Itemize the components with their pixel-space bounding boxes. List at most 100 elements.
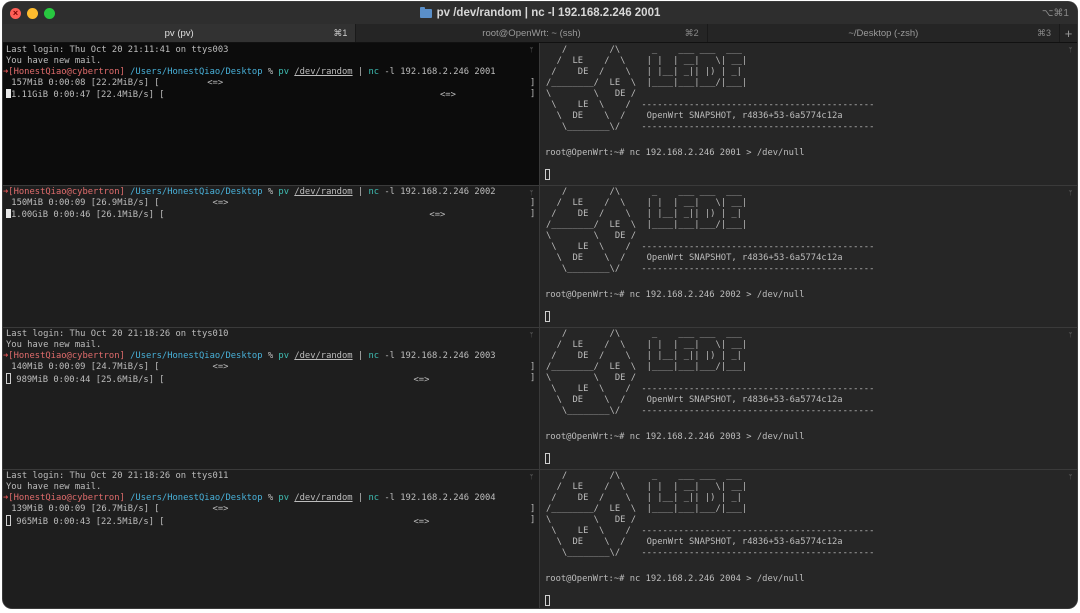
prompt-user: [HonestQiao@cybertron] <box>8 67 125 77</box>
split-panes: Last login: Thu Oct 20 21:11:41 on ttys0… <box>3 43 1077 608</box>
progress-line-2: 1.11GiB 0:00:47 [22.4MiB/s] [ <=> <box>6 89 456 100</box>
title-bar: × pv /dev/random | nc -l 192.168.2.246 2… <box>3 2 1077 24</box>
progress-text: 1.11GiB 0:00:47 [22.4MiB/s] [ <=> <box>11 90 456 100</box>
right-pane-1[interactable]: / /\ _ ___ ___ ___ / LE / \ | | | __| \|… <box>540 43 1077 185</box>
cmd-nc: nc <box>368 187 380 197</box>
ssh-command-line: root@OpenWrt:~# nc 192.168.2.246 2004 > … <box>545 574 805 585</box>
pane-scroll-indicator-icon[interactable]: ᛘ <box>529 47 534 54</box>
cmd-rest: -l 192.168.2.246 2002 <box>384 187 496 197</box>
ssh-command-line: root@OpenWrt:~# nc 192.168.2.246 2003 > … <box>545 432 805 443</box>
left-pane-3[interactable]: Last login: Thu Oct 20 21:18:26 on ttys0… <box>3 328 539 469</box>
progress-bracket: ] <box>530 78 536 88</box>
cmd-pipe: | <box>357 493 364 503</box>
progress-bracket: ] <box>530 362 536 372</box>
prompt-line: ➜[HonestQiao@cybertron] /Users/HonestQia… <box>3 351 496 362</box>
prompt-symbol: % <box>267 351 274 361</box>
progress-bracket: ] <box>530 504 536 514</box>
ssh-prompt: root@OpenWrt:~# <box>545 574 625 584</box>
progress-text: 965MiB 0:00:43 [22.5MiB/s] [ <=> <box>11 517 430 527</box>
cursor-line <box>545 169 550 180</box>
cursor-line <box>545 595 550 606</box>
cmd-rest: -l 192.168.2.246 2004 <box>384 493 496 503</box>
ssh-command: nc 192.168.2.246 2001 > /dev/null <box>629 148 805 158</box>
cmd-arg: /dev/random <box>294 187 353 197</box>
ssh-prompt: root@OpenWrt:~# <box>545 290 625 300</box>
tab-pv[interactable]: pv (pv) ⌘1 <box>3 24 357 42</box>
progress-line-2: 1.00GiB 0:00:46 [26.1MiB/s] [ <=> <box>6 209 445 220</box>
pane-scroll-indicator-icon[interactable]: ᛘ <box>1068 474 1073 481</box>
pane-scroll-indicator-icon[interactable]: ᛘ <box>529 190 534 197</box>
terminal-cursor <box>545 453 550 464</box>
prompt-user: [HonestQiao@cybertron] <box>8 351 125 361</box>
right-pane-2[interactable]: / /\ _ ___ ___ ___ / LE / \ | | | __| \|… <box>540 186 1077 327</box>
prompt-path: /Users/HonestQiao/Desktop <box>130 493 263 503</box>
tab-shortcut: ⌘3 <box>1037 27 1052 38</box>
prompt-line: ➜[HonestQiao@cybertron] /Users/HonestQia… <box>3 493 496 504</box>
terminal-cursor <box>545 311 550 322</box>
progress-line-1: 139MiB 0:00:09 [26.7MiB/s] [ <=> <box>6 504 229 514</box>
cmd-pv: pv <box>278 351 290 361</box>
prompt-path: /Users/HonestQiao/Desktop <box>130 351 263 361</box>
progress-line-2: 989MiB 0:00:44 [25.6MiB/s] [ <=> <box>6 373 430 385</box>
login-line: Last login: Thu Oct 20 21:11:41 on ttys0… <box>6 45 229 55</box>
window-title: pv /dev/random | nc -l 192.168.2.246 200… <box>3 2 1077 24</box>
prompt-line: ➜[HonestQiao@cybertron] /Users/HonestQia… <box>3 187 496 198</box>
prompt-symbol: % <box>267 67 274 77</box>
mail-line: You have new mail. <box>6 340 102 350</box>
terminal-cursor <box>545 169 550 180</box>
prompt-path: /Users/HonestQiao/Desktop <box>130 67 263 77</box>
progress-bracket: ] <box>530 373 536 383</box>
right-pane-4[interactable]: / /\ _ ___ ___ ___ / LE / \ | | | __| \|… <box>540 470 1077 608</box>
prompt-symbol: % <box>267 187 274 197</box>
cmd-nc: nc <box>368 351 380 361</box>
pane-divider-horizontal[interactable] <box>3 185 1077 186</box>
mail-line: You have new mail. <box>6 56 102 66</box>
ssh-command: nc 192.168.2.246 2004 > /dev/null <box>629 574 805 584</box>
cmd-arg: /dev/random <box>294 67 353 77</box>
prompt-line: ➜[HonestQiao@cybertron] /Users/HonestQia… <box>3 67 496 78</box>
progress-line-2: 965MiB 0:00:43 [22.5MiB/s] [ <=> <box>6 515 430 527</box>
cmd-pv: pv <box>278 493 290 503</box>
pane-divider-horizontal[interactable] <box>3 469 1077 470</box>
tab-label: root@OpenWrt: ~ (ssh) <box>482 27 581 39</box>
new-tab-button[interactable]: + <box>1060 24 1077 42</box>
progress-bracket: ] <box>530 198 536 208</box>
cmd-arg: /dev/random <box>294 493 353 503</box>
openwrt-banner: / /\ _ ___ ___ ___ / LE / \ | | | __| \|… <box>546 45 875 132</box>
pane-scroll-indicator-icon[interactable]: ᛘ <box>1068 47 1073 54</box>
login-line: Last login: Thu Oct 20 21:18:26 on ttys0… <box>6 471 229 481</box>
tab-label: pv (pv) <box>164 27 194 39</box>
ssh-command: nc 192.168.2.246 2002 > /dev/null <box>629 290 805 300</box>
pane-divider-vertical[interactable] <box>539 43 540 608</box>
pane-scroll-indicator-icon[interactable]: ᛘ <box>1068 332 1073 339</box>
openwrt-banner: / /\ _ ___ ___ ___ / LE / \ | | | __| \|… <box>546 187 875 274</box>
ssh-command: nc 192.168.2.246 2003 > /dev/null <box>629 432 805 442</box>
tab-bar: pv (pv) ⌘1 root@OpenWrt: ~ (ssh) ⌘2 ~/De… <box>3 24 1077 43</box>
ssh-command-line: root@OpenWrt:~# nc 192.168.2.246 2001 > … <box>545 148 805 159</box>
login-line: Last login: Thu Oct 20 21:18:26 on ttys0… <box>6 329 229 339</box>
tab-zsh[interactable]: ~/Desktop (-zsh) ⌘3 <box>707 24 1061 42</box>
prompt-path: /Users/HonestQiao/Desktop <box>130 187 263 197</box>
pane-scroll-indicator-icon[interactable]: ᛘ <box>529 332 534 339</box>
cursor-line <box>545 453 550 464</box>
left-pane-1[interactable]: Last login: Thu Oct 20 21:11:41 on ttys0… <box>3 43 539 185</box>
progress-bracket: ] <box>530 209 536 219</box>
pane-divider-horizontal[interactable] <box>3 327 1077 328</box>
pane-scroll-indicator-icon[interactable]: ᛘ <box>529 474 534 481</box>
tab-label: ~/Desktop (-zsh) <box>848 27 919 39</box>
left-pane-4[interactable]: Last login: Thu Oct 20 21:18:26 on ttys0… <box>3 470 539 608</box>
openwrt-banner: / /\ _ ___ ___ ___ / LE / \ | | | __| \|… <box>546 471 875 558</box>
cmd-pipe: | <box>357 187 364 197</box>
pane-scroll-indicator-icon[interactable]: ᛘ <box>1068 190 1073 197</box>
cmd-nc: nc <box>368 493 380 503</box>
right-pane-3[interactable]: / /\ _ ___ ___ ___ / LE / \ | | | __| \|… <box>540 328 1077 469</box>
terminal-cursor <box>545 595 550 606</box>
folder-icon <box>419 6 432 18</box>
progress-line-1: 140MiB 0:00:09 [24.7MiB/s] [ <=> <box>6 362 229 372</box>
openwrt-banner: / /\ _ ___ ___ ___ / LE / \ | | | __| \|… <box>546 329 875 416</box>
left-pane-2[interactable]: ➜[HonestQiao@cybertron] /Users/HonestQia… <box>3 186 539 327</box>
progress-text: 989MiB 0:00:44 [25.6MiB/s] [ <=> <box>11 375 430 385</box>
tab-ssh[interactable]: root@OpenWrt: ~ (ssh) ⌘2 <box>356 24 708 42</box>
cmd-rest: -l 192.168.2.246 2001 <box>384 67 496 77</box>
cmd-arg: /dev/random <box>294 351 353 361</box>
